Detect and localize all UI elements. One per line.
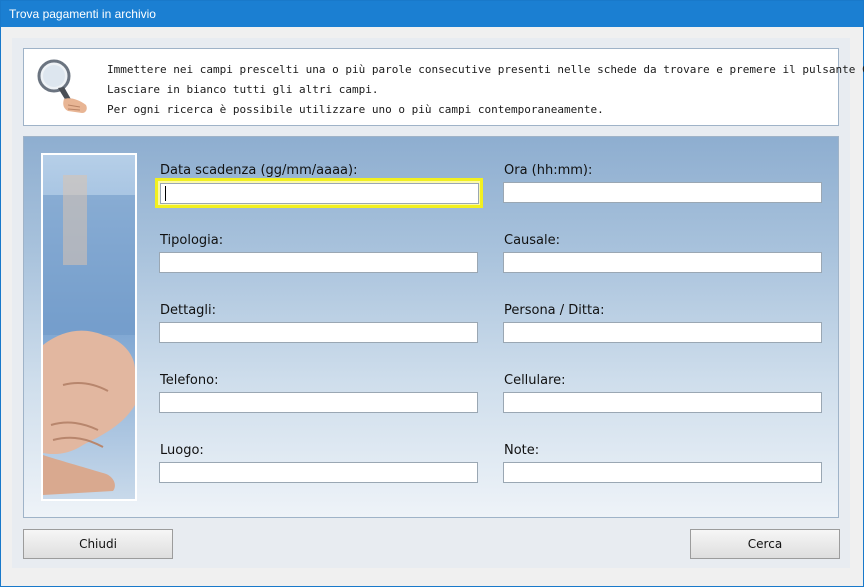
note-input[interactable] <box>503 462 822 483</box>
ora-input[interactable] <box>503 182 822 203</box>
title-bar[interactable]: Trova pagamenti in archivio <box>1 1 863 27</box>
persona-ditta-label: Persona / Ditta: <box>504 303 605 318</box>
tipologia-label: Tipologia: <box>160 233 224 248</box>
handshake-image <box>41 153 137 501</box>
cellulare-input[interactable] <box>503 392 822 413</box>
magnifier-icon <box>37 59 87 113</box>
dettagli-input[interactable] <box>159 322 478 343</box>
data-scadenza-label: Data scadenza (gg/mm/aaaa): <box>160 163 358 178</box>
instruction-line-2: Lasciare in bianco tutti gli altri campi… <box>107 83 379 96</box>
instruction-line-3: Per ogni ricerca è possibile utilizzare … <box>107 103 604 116</box>
persona-ditta-input[interactable] <box>503 322 822 343</box>
handshake-icon <box>43 155 135 499</box>
cellulare-label: Cellulare: <box>504 373 566 388</box>
data-scadenza-input[interactable] <box>160 183 479 204</box>
window-title: Trova pagamenti in archivio <box>9 7 156 21</box>
instructions-panel: Immettere nei campi prescelti una o più … <box>23 48 864 126</box>
telefono-input[interactable] <box>159 392 478 413</box>
causale-input[interactable] <box>503 252 822 273</box>
luogo-label: Luogo: <box>160 443 204 458</box>
search-button[interactable]: Cerca <box>690 529 840 559</box>
luogo-input[interactable] <box>159 462 478 483</box>
dettagli-label: Dettagli: <box>160 303 217 318</box>
note-label: Note: <box>504 443 540 458</box>
telefono-label: Telefono: <box>160 373 219 388</box>
causale-label: Causale: <box>504 233 561 248</box>
text-caret <box>165 186 166 201</box>
instruction-line-1: Immettere nei campi prescelti una o più … <box>107 63 864 76</box>
ora-label: Ora (hh:mm): <box>504 163 593 178</box>
close-button[interactable]: Chiudi <box>23 529 173 559</box>
tipologia-input[interactable] <box>159 252 478 273</box>
